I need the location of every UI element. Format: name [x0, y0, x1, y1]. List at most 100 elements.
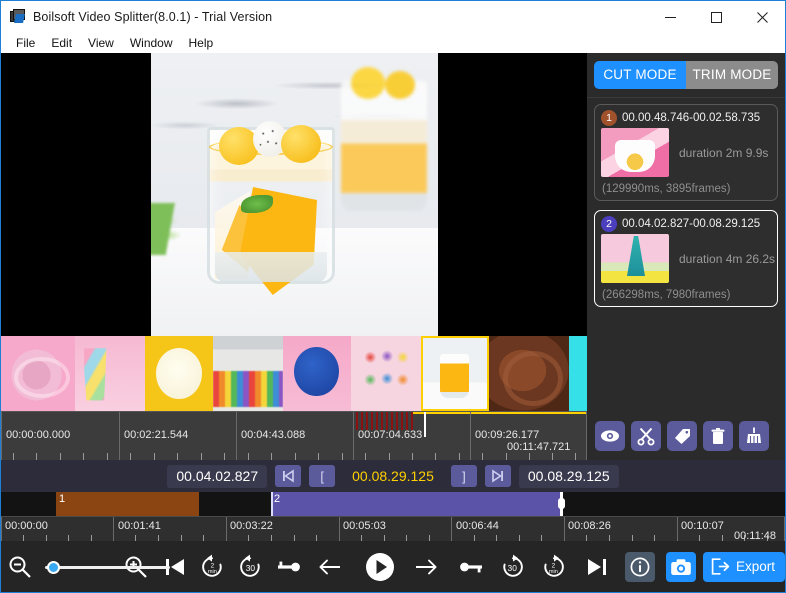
- filmstrip-thumb-1[interactable]: [1, 336, 75, 411]
- video-preview[interactable]: [1, 53, 587, 336]
- clip-time-range: 00.04.02.827-00.08.29.125: [622, 218, 760, 230]
- cut-mode-button[interactable]: CUT MODE: [594, 61, 686, 89]
- rewind-30s-icon[interactable]: 30: [231, 541, 269, 592]
- mode-toggle-container: CUT MODE TRIM MODE: [587, 53, 785, 98]
- filmstrip-thumb-6[interactable]: [351, 336, 421, 411]
- menu-item-view[interactable]: View: [80, 35, 122, 51]
- ruler-end-label: 00:11:47.721: [507, 441, 570, 453]
- filmstrip-thumb-9[interactable]: [569, 336, 587, 411]
- filmstrip-thumb-5[interactable]: [283, 336, 351, 411]
- menu-item-edit[interactable]: Edit: [43, 35, 80, 51]
- play-button[interactable]: [357, 541, 403, 592]
- timeline-segment-2[interactable]: 2: [271, 492, 562, 516]
- segment-number: 2: [274, 493, 280, 505]
- clip-number-badge: 1: [601, 110, 617, 126]
- preview-leaf: [151, 203, 207, 255]
- thumbnail-filmstrip[interactable]: [1, 336, 587, 411]
- filmstrip-thumb-8[interactable]: [489, 336, 569, 411]
- timeline-label-5: 00:08:26: [568, 520, 611, 532]
- svg-text:30: 30: [508, 563, 518, 573]
- eye-icon[interactable]: [595, 421, 625, 451]
- time-control-bar: 00.04.02.827 [ 00.08.29.125 ] 00.08.29.1…: [1, 460, 785, 492]
- timeline-label-2: 00:03:22: [230, 520, 273, 532]
- ruler-label-4: 00:09:26.177: [475, 429, 539, 441]
- clip-header: 1 00.00.48.746-00.02.58.735: [595, 105, 777, 128]
- zoom-slider-knob[interactable]: [47, 561, 60, 574]
- info-button[interactable]: [619, 541, 661, 592]
- timeline-label-3: 00:05:03: [343, 520, 386, 532]
- ruler-label-0: 00:00:00.000: [6, 429, 70, 441]
- mode-toggle: CUT MODE TRIM MODE: [594, 61, 778, 89]
- clip-list: 1 00.00.48.746-00.02.58.735 duration 2m …: [587, 98, 785, 307]
- ruler-playhead[interactable]: [424, 412, 426, 437]
- minimize-button[interactable]: [647, 1, 693, 33]
- menu-bar: File Edit View Window Help: [1, 33, 785, 53]
- clip-body: duration 4m 26.2s: [595, 234, 777, 283]
- forward-30s-icon[interactable]: 30: [493, 541, 533, 592]
- preview-background-glass: [341, 81, 427, 211]
- export-icon: [711, 558, 730, 575]
- close-button[interactable]: [739, 1, 785, 33]
- menu-item-file[interactable]: File: [8, 35, 43, 51]
- ruler-label-2: 00:04:43.088: [241, 429, 305, 441]
- trash-icon[interactable]: [703, 421, 733, 451]
- timeline-segment-1[interactable]: 1: [56, 492, 199, 516]
- window-controls: [647, 1, 785, 33]
- keyframe-markers: [356, 412, 413, 430]
- arrow-right-icon[interactable]: [403, 541, 449, 592]
- maximize-button[interactable]: [693, 1, 739, 33]
- key-icon-left[interactable]: [269, 541, 309, 592]
- clip-meta: (129990ms, 3895frames): [595, 177, 777, 195]
- menu-item-help[interactable]: Help: [181, 35, 222, 51]
- timeline-playhead[interactable]: [560, 492, 563, 516]
- camera-icon[interactable]: [666, 552, 696, 582]
- tag-icon[interactable]: [667, 421, 697, 451]
- skip-to-end-icon[interactable]: [575, 541, 619, 592]
- end-time-field[interactable]: 00.08.29.125: [519, 465, 619, 488]
- main-timeline-ruler[interactable]: 00:00:00.000 00:02:21.544 00:04:43.088 0…: [1, 411, 587, 460]
- timeline-label-1: 00:01:41: [118, 520, 161, 532]
- prev-marker-button[interactable]: [275, 465, 301, 487]
- zoom-out-icon[interactable]: [1, 541, 39, 592]
- timeline-scale: 00:00:00 00:01:41 00:03:22 00:05:03 00:0…: [1, 516, 785, 541]
- clip-actions-toolbar: [587, 412, 785, 460]
- export-button-wrap[interactable]: Export: [703, 541, 785, 592]
- start-time-field[interactable]: 00.04.02.827: [167, 465, 267, 488]
- overview-timeline[interactable]: 1 2: [1, 492, 785, 541]
- next-marker-button[interactable]: [485, 465, 511, 487]
- zoom-slider[interactable]: [45, 558, 83, 576]
- clip-meta: (266298ms, 7980frames): [595, 283, 777, 301]
- filmstrip-thumb-4[interactable]: [213, 336, 283, 411]
- clip-thumbnail: [601, 128, 669, 177]
- info-icon[interactable]: [625, 552, 655, 582]
- timeline-label-0: 00:00:00: [5, 520, 48, 532]
- timeline-track[interactable]: 1 2: [1, 492, 785, 516]
- snapshot-button[interactable]: [661, 541, 701, 592]
- clip-side-panel: CUT MODE TRIM MODE 1 00.00.48.746-00.02.…: [587, 53, 785, 466]
- filmstrip-thumb-2[interactable]: [75, 336, 145, 411]
- ruler-label-1: 00:02:21.544: [124, 429, 188, 441]
- export-button[interactable]: Export: [703, 552, 785, 582]
- filmstrip-thumb-7-selected[interactable]: [421, 336, 489, 411]
- segment-number: 1: [59, 493, 65, 505]
- trim-mode-button[interactable]: TRIM MODE: [686, 61, 778, 89]
- app-icon: [10, 9, 26, 25]
- broom-icon[interactable]: [739, 421, 769, 451]
- set-out-point-button[interactable]: ]: [451, 465, 477, 487]
- rewind-2min-icon[interactable]: 2 min: [193, 541, 231, 592]
- svg-text:30: 30: [246, 563, 256, 573]
- current-time-field[interactable]: 00.08.29.125: [343, 465, 443, 488]
- menu-item-window[interactable]: Window: [122, 35, 181, 51]
- set-in-point-button[interactable]: [: [309, 465, 335, 487]
- arrow-left-icon[interactable]: [309, 541, 351, 592]
- scissors-icon[interactable]: [631, 421, 661, 451]
- clip-item-2[interactable]: 2 00.04.02.827-00.08.29.125 duration 4m …: [594, 210, 778, 307]
- title-bar: Boilsoft Video Splitter(8.0.1) - Trial V…: [1, 1, 785, 33]
- forward-2min-icon[interactable]: 2 min: [533, 541, 575, 592]
- clip-item-1[interactable]: 1 00.00.48.746-00.02.58.735 duration 2m …: [594, 104, 778, 201]
- clip-duration: duration 2m 9.9s: [679, 146, 768, 160]
- filmstrip-thumb-3[interactable]: [145, 336, 213, 411]
- svg-text:min: min: [549, 569, 558, 575]
- clip-header: 2 00.04.02.827-00.08.29.125: [595, 211, 777, 234]
- key-icon-right[interactable]: [449, 541, 493, 592]
